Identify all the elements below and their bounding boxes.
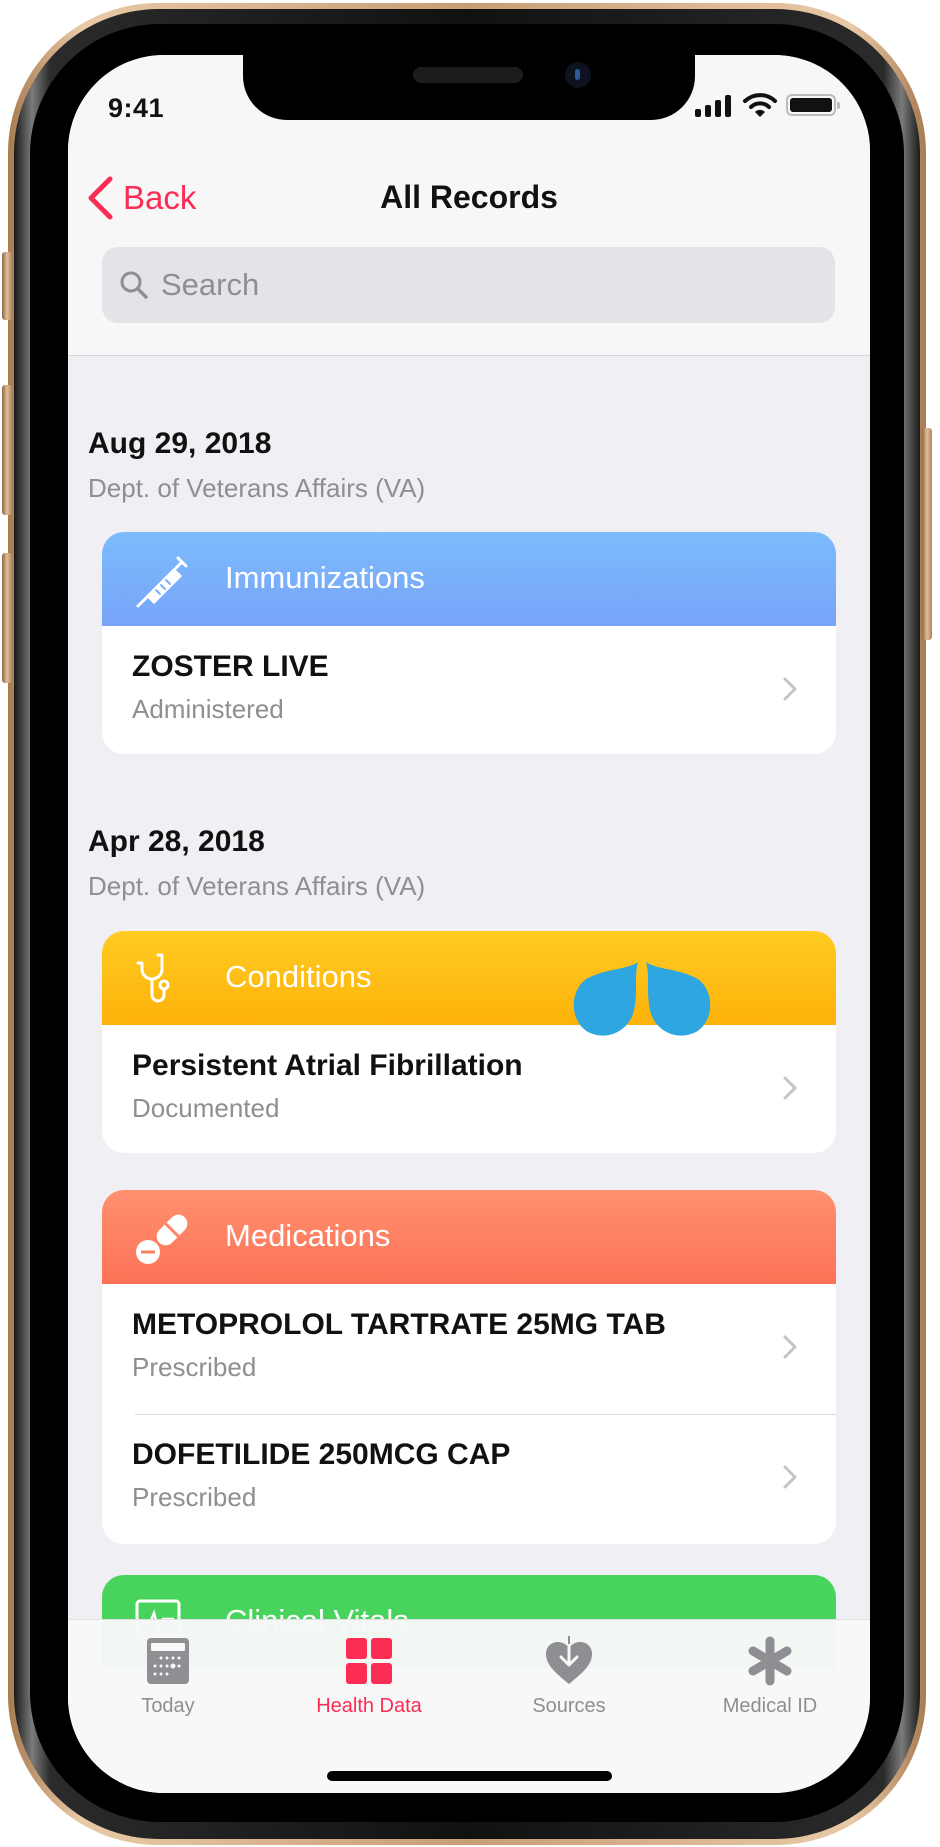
calendar-icon (147, 1638, 189, 1684)
record-title: DOFETILIDE 250MCG CAP (132, 1438, 511, 1471)
search-bar[interactable] (102, 247, 835, 323)
tab-today[interactable]: Today (88, 1620, 248, 1740)
card-category: Conditions (225, 959, 372, 994)
status-time: 9:41 (108, 93, 165, 123)
touch-point-left (573, 962, 638, 1036)
chevron-right-icon (783, 1335, 797, 1359)
power-button (922, 428, 932, 640)
immunizations-header[interactable]: Immunizations (102, 532, 836, 626)
asterisk-icon (748, 1636, 792, 1686)
mute-switch (2, 252, 12, 320)
search-input[interactable] (161, 267, 761, 303)
card-category: Immunizations (225, 560, 425, 595)
notch (243, 55, 695, 120)
section-source: Dept. of Veterans Affairs (VA) (88, 871, 426, 901)
tab-medical-id[interactable]: Medical ID (690, 1620, 850, 1740)
chevron-right-icon (783, 1076, 797, 1100)
record-title: METOPROLOL TARTRATE 25MG TAB (132, 1308, 666, 1341)
page-title: All Records (380, 179, 558, 215)
record-status: Prescribed (132, 1482, 257, 1512)
record-status: Prescribed (132, 1352, 257, 1382)
speaker (413, 67, 523, 83)
medications-card: Medications METOPROLOL TARTRATE 25MG TAB… (102, 1190, 836, 1544)
record-title: Persistent Atrial Fibrillation (132, 1049, 523, 1082)
section-date: Aug 29, 2018 (88, 427, 272, 460)
tab-sources[interactable]: Sources (489, 1620, 649, 1740)
heart-download-icon (546, 1636, 592, 1684)
section-source: Dept. of Veterans Affairs (VA) (88, 473, 426, 503)
chevron-right-icon (783, 1465, 797, 1489)
conditions-header[interactable]: Conditions (102, 931, 836, 1025)
stethoscope-icon (136, 953, 170, 1003)
status-icons (695, 93, 845, 117)
tab-label: Sources (532, 1695, 606, 1717)
screen: 9:41 Back All Records Search Aug 29, 201… (68, 55, 870, 1793)
card-category: Medications (225, 1218, 391, 1253)
chevron-right-icon (783, 677, 797, 701)
tab-label: Today (141, 1695, 195, 1717)
pinch-gesture-indicator (573, 962, 711, 1036)
home-indicator[interactable] (327, 1771, 612, 1781)
cellular-signal-icon (695, 95, 733, 117)
section-date: Apr 28, 2018 (88, 825, 265, 858)
tab-label: Medical ID (722, 1695, 818, 1717)
wifi-icon (743, 93, 777, 117)
volume-up-button (2, 385, 12, 515)
record-row[interactable]: Persistent Atrial Fibrillation Documente… (102, 1025, 836, 1153)
search-icon (120, 271, 148, 299)
record-status: Documented (132, 1093, 280, 1123)
immunizations-card: Immunizations ZOSTER LIVE Administered (102, 532, 836, 754)
grid-icon (346, 1638, 392, 1684)
tab-health-data[interactable]: Health Data (289, 1620, 449, 1740)
front-camera (565, 62, 591, 88)
record-row[interactable]: METOPROLOL TARTRATE 25MG TAB Prescribed (102, 1284, 836, 1414)
battery-icon (786, 94, 840, 116)
tab-bar: Today Health Data Sources Medical ID (68, 1619, 870, 1793)
conditions-card: Conditions Persistent Atrial Fibrillatio… (102, 931, 836, 1153)
record-row[interactable]: DOFETILIDE 250MCG CAP Prescribed (102, 1414, 836, 1544)
medications-header[interactable]: Medications (102, 1190, 836, 1284)
touch-point-right (646, 962, 711, 1036)
volume-down-button (2, 553, 12, 683)
record-title: ZOSTER LIVE (132, 650, 329, 683)
tab-label: Health Data (316, 1695, 422, 1717)
pills-icon (136, 1214, 188, 1264)
record-row[interactable]: ZOSTER LIVE Administered (102, 626, 836, 754)
record-status: Administered (132, 694, 284, 724)
syringe-icon (136, 556, 188, 608)
